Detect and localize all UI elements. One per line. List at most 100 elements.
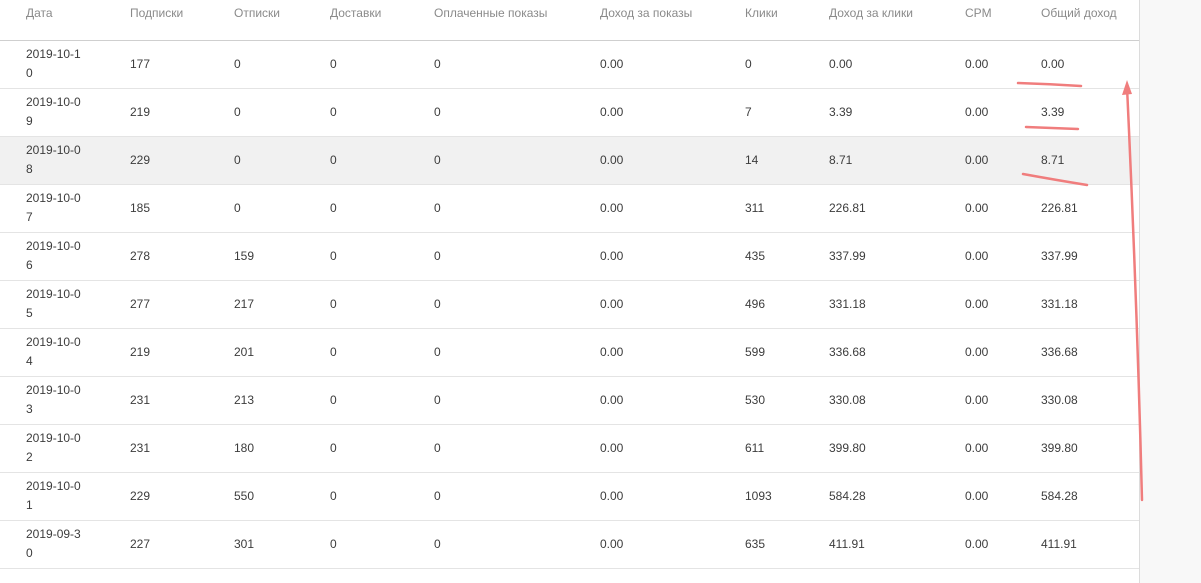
cell-unsubscriptions: 301 <box>234 520 330 569</box>
cell-click-revenue: 336.68 <box>829 328 965 377</box>
cell-date: 2019-10-07 <box>0 184 130 233</box>
cell-deliveries: 0 <box>330 184 434 233</box>
stats-table-panel: Дата Подписки Отписки Доставки Оплаченны… <box>0 0 1140 583</box>
table-row: 2019-09-30 227 301 0 0 0.00 635 411.91 0… <box>0 520 1139 569</box>
cell-subscriptions: 177 <box>130 40 234 89</box>
cell-impression-revenue: 0.00 <box>600 424 745 473</box>
cell-clicks: 1093 <box>745 472 829 521</box>
cell-impression-revenue: 0.00 <box>600 136 745 185</box>
cell-paid-impressions: 0 <box>434 184 600 233</box>
table-header-row: Дата Подписки Отписки Доставки Оплаченны… <box>0 0 1139 41</box>
cell-impression-revenue: 0.00 <box>600 232 745 281</box>
cell-clicks: 496 <box>745 280 829 329</box>
cell-unsubscriptions: 0 <box>234 88 330 137</box>
cell-deliveries: 0 <box>330 88 434 137</box>
cell-unsubscriptions: 0 <box>234 40 330 89</box>
cell-total-revenue: 399.80 <box>1041 424 1139 473</box>
cell-deliveries: 0 <box>330 232 434 281</box>
cell-date: 2019-10-10 <box>0 40 130 89</box>
cell-date: 2019-09-30 <box>0 520 130 569</box>
column-header-cpm[interactable]: CPM <box>965 0 1041 41</box>
cell-click-revenue: 584.28 <box>829 472 965 521</box>
cell-paid-impressions: 0 <box>434 40 600 89</box>
cell-subscriptions: 231 <box>130 424 234 473</box>
table-row: 2019-10-10 177 0 0 0 0.00 0 0.00 0.00 0.… <box>0 40 1139 89</box>
cell-click-revenue: 8.71 <box>829 136 965 185</box>
column-header-unsubscriptions[interactable]: Отписки <box>234 0 330 41</box>
cell-subscriptions: 229 <box>130 136 234 185</box>
column-header-impression-revenue[interactable]: Доход за показы <box>600 0 745 41</box>
cell-click-revenue: 331.18 <box>829 280 965 329</box>
cell-impression-revenue: 0.00 <box>600 280 745 329</box>
cell-unsubscriptions: 213 <box>234 376 330 425</box>
cell-total-revenue: 0.00 <box>1041 40 1139 89</box>
cell-subscriptions: 231 <box>130 376 234 425</box>
cell-clicks: 611 <box>745 424 829 473</box>
cell-subscriptions: 219 <box>130 328 234 377</box>
cell-click-revenue: 337.99 <box>829 232 965 281</box>
cell-unsubscriptions: 550 <box>234 472 330 521</box>
table-row: 2019-10-06 278 159 0 0 0.00 435 337.99 0… <box>0 232 1139 281</box>
cell-clicks: 435 <box>745 232 829 281</box>
cell-unsubscriptions: 0 <box>234 136 330 185</box>
cell-click-revenue: 0.00 <box>829 40 965 89</box>
cell-date: 2019-10-04 <box>0 328 130 377</box>
cell-deliveries: 0 <box>330 424 434 473</box>
cell-subscriptions: 227 <box>130 520 234 569</box>
cell-cpm: 0.00 <box>965 40 1041 89</box>
cell-click-revenue: 226.81 <box>829 184 965 233</box>
cell-deliveries: 0 <box>330 40 434 89</box>
cell-unsubscriptions: 180 <box>234 424 330 473</box>
cell-deliveries: 0 <box>330 472 434 521</box>
cell-cpm: 0.00 <box>965 520 1041 569</box>
cell-date: 2019-10-08 <box>0 136 130 185</box>
cell-subscriptions: 219 <box>130 88 234 137</box>
cell-date: 2019-10-09 <box>0 88 130 137</box>
column-header-clicks[interactable]: Клики <box>745 0 829 41</box>
table-row: 2019-10-03 231 213 0 0 0.00 530 330.08 0… <box>0 376 1139 425</box>
cell-impression-revenue: 0.00 <box>600 328 745 377</box>
cell-deliveries: 0 <box>330 328 434 377</box>
column-header-deliveries[interactable]: Доставки <box>330 0 434 41</box>
cell-subscriptions: 278 <box>130 232 234 281</box>
table-row: 2019-10-02 231 180 0 0 0.00 611 399.80 0… <box>0 424 1139 473</box>
cell-impression-revenue: 0.00 <box>600 376 745 425</box>
column-header-total-revenue[interactable]: Общий доход <box>1041 0 1139 41</box>
cell-date: 2019-10-03 <box>0 376 130 425</box>
cell-impression-revenue: 0.00 <box>600 520 745 569</box>
table-row: 2019-10-04 219 201 0 0 0.00 599 336.68 0… <box>0 328 1139 377</box>
cell-click-revenue: 3.39 <box>829 88 965 137</box>
cell-impression-revenue: 0.00 <box>600 472 745 521</box>
cell-paid-impressions: 0 <box>434 424 600 473</box>
cell-cpm: 0.00 <box>965 88 1041 137</box>
cell-subscriptions: 229 <box>130 472 234 521</box>
cell-click-revenue: 330.08 <box>829 376 965 425</box>
cell-cpm: 0.00 <box>965 424 1041 473</box>
cell-date: 2019-10-01 <box>0 472 130 521</box>
cell-impression-revenue: 0.00 <box>600 40 745 89</box>
column-header-date[interactable]: Дата <box>0 0 130 41</box>
cell-date: 2019-10-05 <box>0 280 130 329</box>
cell-unsubscriptions: 201 <box>234 328 330 377</box>
cell-cpm: 0.00 <box>965 280 1041 329</box>
cell-clicks: 311 <box>745 184 829 233</box>
cell-deliveries: 0 <box>330 376 434 425</box>
cell-total-revenue: 336.68 <box>1041 328 1139 377</box>
cell-total-revenue: 8.71 <box>1041 136 1139 185</box>
cell-cpm: 0.00 <box>965 328 1041 377</box>
cell-cpm: 0.00 <box>965 376 1041 425</box>
cell-clicks: 7 <box>745 88 829 137</box>
cell-paid-impressions: 0 <box>434 136 600 185</box>
cell-total-revenue: 584.28 <box>1041 472 1139 521</box>
column-header-subscriptions[interactable]: Подписки <box>130 0 234 41</box>
cell-paid-impressions: 0 <box>434 328 600 377</box>
cell-deliveries: 0 <box>330 136 434 185</box>
cell-paid-impressions: 0 <box>434 280 600 329</box>
cell-paid-impressions: 0 <box>434 472 600 521</box>
table-row: 2019-10-05 277 217 0 0 0.00 496 331.18 0… <box>0 280 1139 329</box>
cell-impression-revenue: 0.00 <box>600 184 745 233</box>
cell-click-revenue: 399.80 <box>829 424 965 473</box>
column-header-paid-impressions[interactable]: Оплаченные показы <box>434 0 600 41</box>
cell-impression-revenue: 0.00 <box>600 88 745 137</box>
column-header-click-revenue[interactable]: Доход за клики <box>829 0 965 41</box>
